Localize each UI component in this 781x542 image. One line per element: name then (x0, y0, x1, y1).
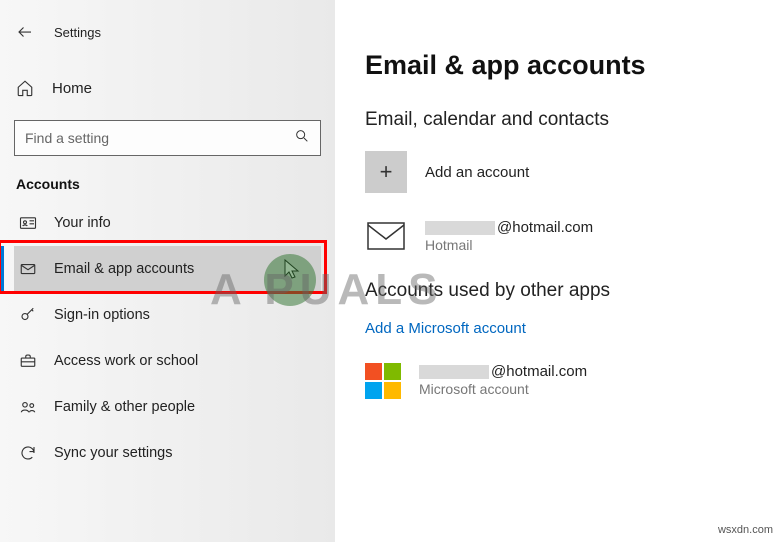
add-microsoft-account-link[interactable]: Add a Microsoft account (365, 320, 526, 337)
site-credit: wsxdn.com (718, 524, 773, 536)
sidebar-item-label: Email & app accounts (54, 261, 194, 277)
person-card-icon (18, 214, 38, 232)
mail-icon (365, 220, 407, 252)
email-account-entry[interactable]: @hotmail.com Hotmail (365, 219, 751, 254)
plus-icon: + (365, 151, 407, 193)
account-email: @hotmail.com (419, 363, 587, 381)
back-button[interactable] (14, 21, 36, 43)
search-box[interactable] (14, 120, 321, 156)
sidebar-item-sync-settings[interactable]: Sync your settings (14, 430, 321, 476)
account-provider: Hotmail (425, 237, 593, 254)
sidebar-item-label: Sync your settings (54, 445, 172, 461)
window-title: Settings (54, 25, 101, 40)
page-heading: Email & app accounts (365, 50, 751, 81)
section-heading-email-calendar: Email, calendar and contacts (365, 109, 751, 131)
sidebar-section-label: Accounts (14, 176, 321, 192)
mail-icon (18, 260, 38, 278)
section-heading-other-apps: Accounts used by other apps (365, 280, 751, 302)
sidebar-item-sign-in-options[interactable]: Sign-in options (14, 292, 321, 338)
sidebar-item-label: Sign-in options (54, 307, 150, 323)
redacted-text (419, 365, 489, 379)
sync-icon (18, 444, 38, 462)
microsoft-logo-icon (365, 363, 401, 399)
home-icon (16, 79, 36, 97)
account-email: @hotmail.com (425, 219, 593, 237)
key-icon (18, 306, 38, 324)
add-account-label: Add an account (425, 164, 529, 181)
microsoft-account-entry[interactable]: @hotmail.com Microsoft account (365, 363, 751, 399)
add-account-button[interactable]: + Add an account (365, 151, 751, 193)
sidebar-item-label: Family & other people (54, 399, 195, 415)
sidebar-home-label: Home (52, 80, 92, 97)
sidebar-item-label: Your info (54, 215, 111, 231)
sidebar-item-email-app-accounts[interactable]: Email & app accounts (14, 246, 321, 292)
account-provider: Microsoft account (419, 381, 587, 398)
briefcase-icon (18, 352, 38, 370)
sidebar-item-family-other-people[interactable]: Family & other people (14, 384, 321, 430)
redacted-text (425, 221, 495, 235)
sidebar-item-your-info[interactable]: Your info (14, 200, 321, 246)
sidebar-home[interactable]: Home (14, 66, 321, 110)
sidebar-item-label: Access work or school (54, 353, 198, 369)
search-input[interactable] (25, 130, 282, 146)
people-icon (18, 398, 38, 416)
search-icon (294, 128, 310, 149)
sidebar-item-access-work-school[interactable]: Access work or school (14, 338, 321, 384)
